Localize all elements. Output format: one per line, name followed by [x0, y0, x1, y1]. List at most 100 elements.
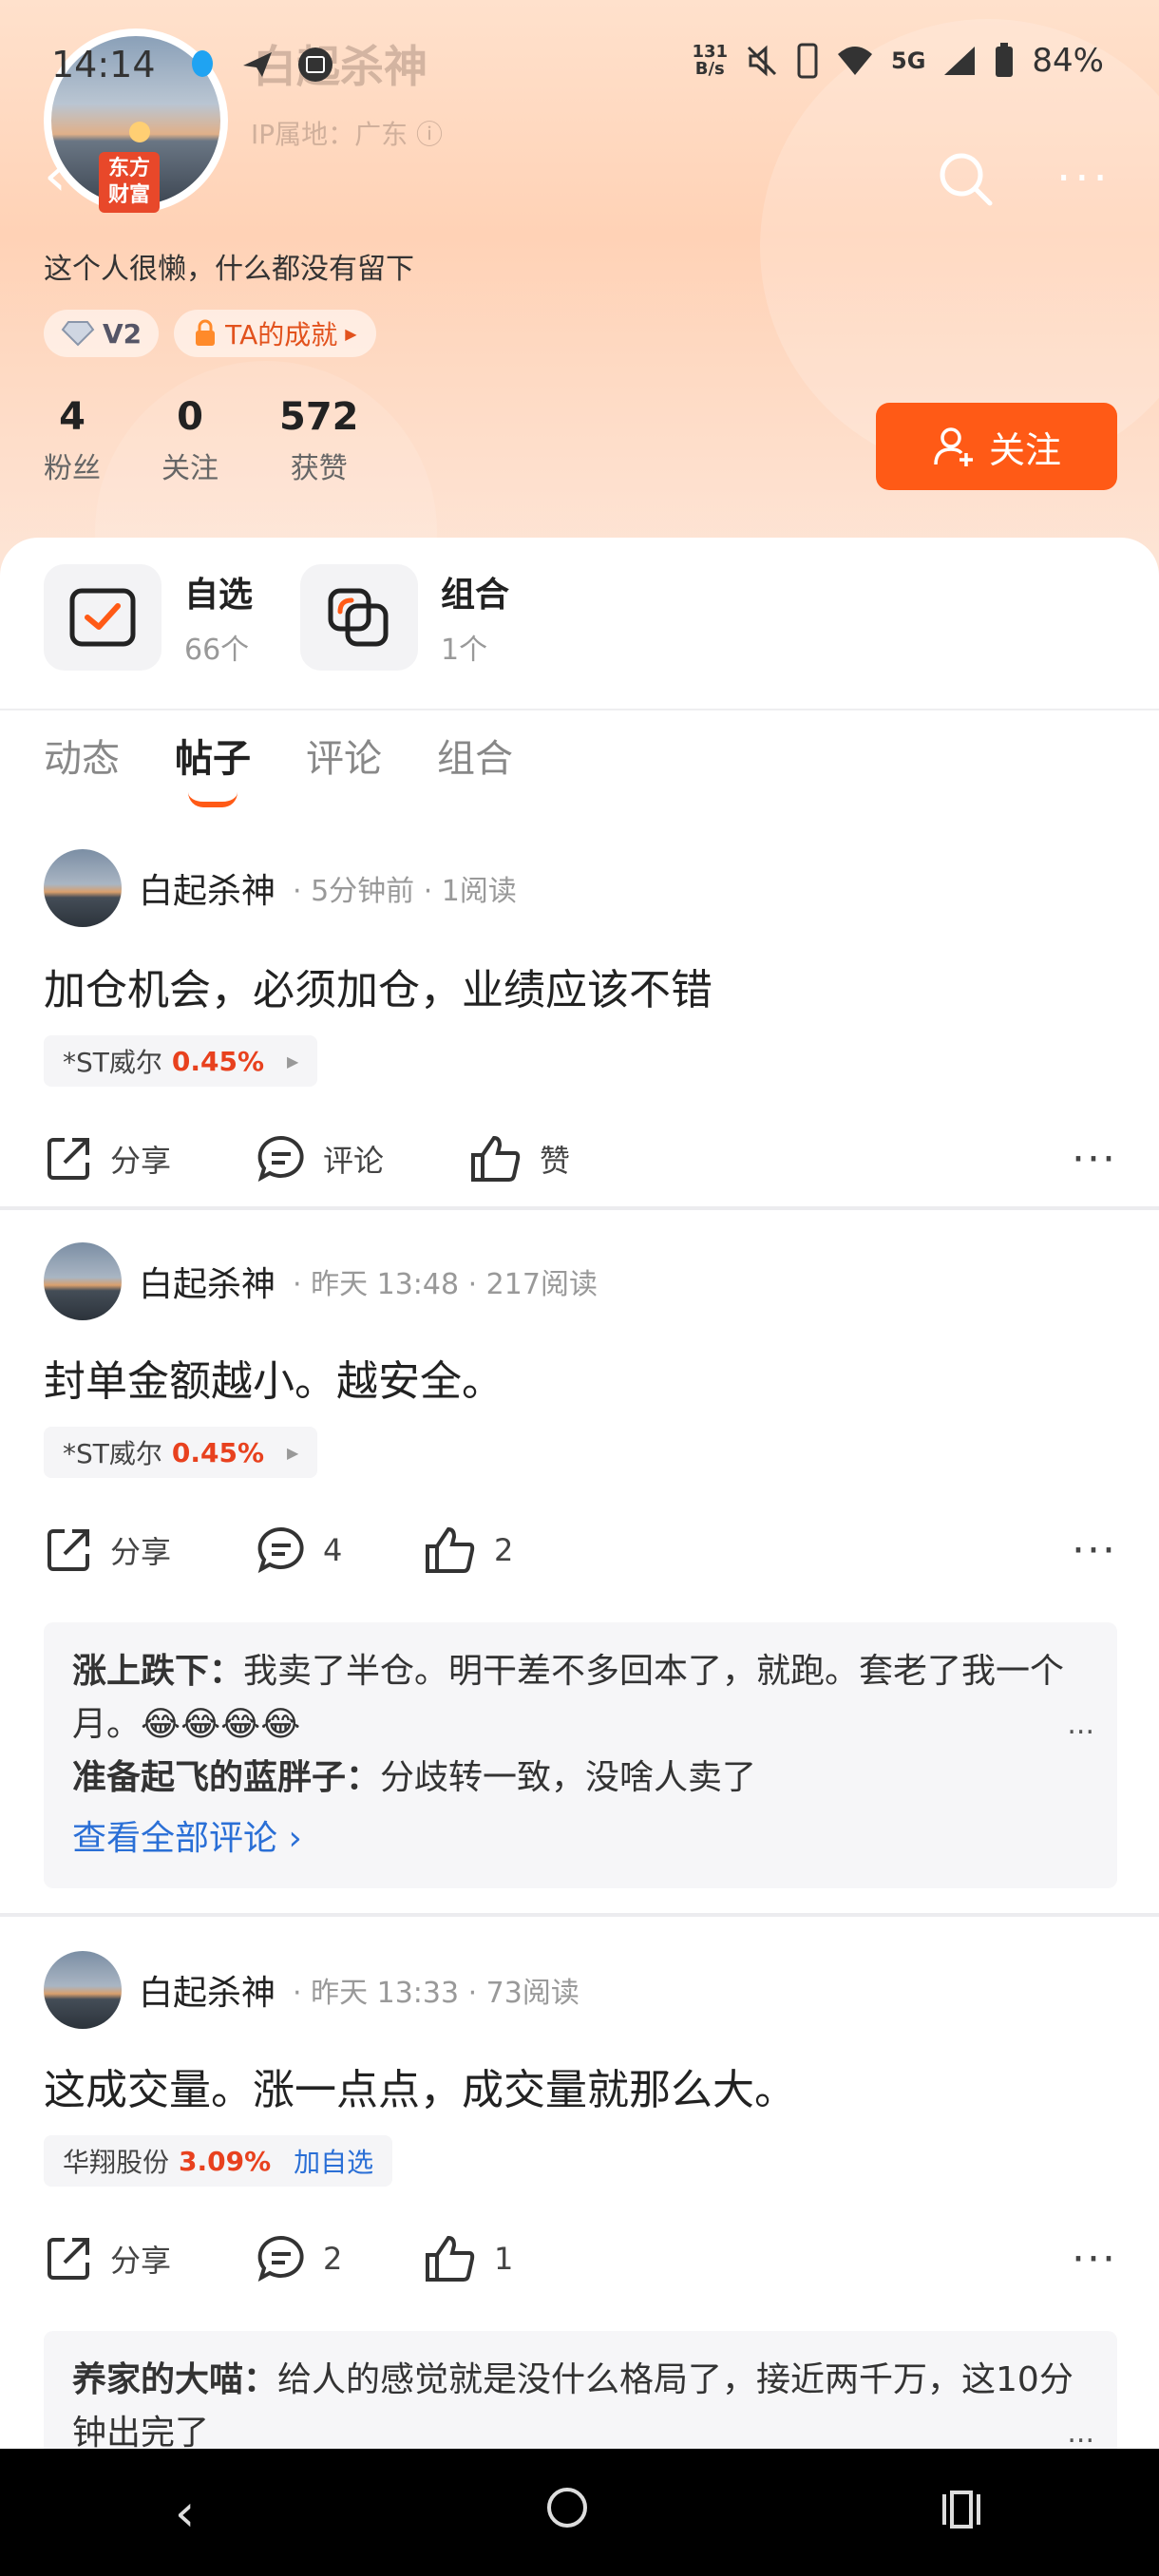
- tab-comments[interactable]: 评论: [306, 728, 382, 783]
- battery-percent: 84%: [1032, 42, 1104, 80]
- wifi-icon: [838, 47, 873, 75]
- vibrate-icon: [797, 43, 818, 79]
- more-icon[interactable]: ···: [1072, 1135, 1117, 1184]
- comment-icon: [257, 1526, 304, 1574]
- net-speed: 131 B/s: [692, 42, 729, 79]
- ip-location: IP属地：广东 ⓘ: [251, 119, 444, 150]
- signal-icon: [944, 47, 976, 75]
- avatar[interactable]: [44, 1242, 122, 1320]
- more-icon[interactable]: ···: [1072, 2235, 1117, 2283]
- watchlist-check-icon: [44, 564, 162, 671]
- lock-icon: [196, 319, 216, 346]
- notification-icons: [186, 46, 334, 84]
- avatar[interactable]: [44, 1951, 122, 2029]
- post-author[interactable]: 白起杀神: [139, 1257, 276, 1306]
- level-badge[interactable]: V2: [44, 310, 160, 357]
- comment-more-icon[interactable]: ...: [1067, 1698, 1094, 1752]
- shortcut-watchlist[interactable]: 自选 66个: [44, 564, 253, 671]
- profile-bio: 这个人很懒，什么都没有留下: [44, 253, 414, 286]
- tab-posts[interactable]: 帖子: [175, 728, 251, 807]
- follow-button[interactable]: 关注: [876, 403, 1117, 490]
- add-to-watchlist-link[interactable]: 加自选: [294, 2142, 373, 2180]
- stat-following[interactable]: 0 关注: [162, 395, 218, 486]
- post-header: 白起杀神 · 昨天 13:33 · 73阅读: [44, 1951, 580, 2029]
- comment-item: 养家的大喵：给人的感觉就是没什么格局了，接近两千万，这10分钟出完了 ...: [72, 2354, 1094, 2460]
- post-meta: · 5分钟前 · 1阅读: [293, 875, 517, 908]
- post-actions: 分享 2 1 ···: [44, 2230, 1117, 2287]
- comment-preview[interactable]: 涨上跌下：我卖了半仓。明干差不多回本了，就跑。套老了我一个月。😂😂😂😂 ... …: [44, 1622, 1117, 1888]
- view-all-comments-link[interactable]: 查看全部评论 ›: [72, 1812, 1089, 1866]
- comment-item: 涨上跌下：我卖了半仓。明干差不多回本了，就跑。套老了我一个月。😂😂😂😂 ...: [72, 1645, 1094, 1752]
- post-text[interactable]: 加仓机会，必须加仓，业绩应该不错: [44, 956, 712, 1016]
- more-icon[interactable]: ···: [1072, 1526, 1117, 1575]
- mute-icon: [747, 45, 777, 77]
- tab-activity[interactable]: 动态: [44, 728, 120, 783]
- content-card: 自选 66个 组合 1个 动态 帖子 评论 组合 白起杀神 · 5分钟前 · 1…: [0, 538, 1159, 2576]
- comment-button[interactable]: 2: [256, 2234, 424, 2283]
- portfolio-icon: [300, 564, 418, 671]
- back-arrow-icon[interactable]: ‹: [44, 142, 66, 209]
- like-button[interactable]: 2: [424, 1525, 513, 1575]
- post-actions: 分享 4 2 ···: [44, 1522, 1117, 1579]
- stat-likes[interactable]: 572 获赞: [279, 395, 359, 486]
- shortcut-portfolio[interactable]: 组合 1个: [300, 564, 509, 671]
- comment-icon: [257, 2235, 304, 2282]
- avatar[interactable]: [44, 849, 122, 927]
- profile-tabs: 动态 帖子 评论 组合: [44, 728, 513, 807]
- share-icon: [48, 1529, 89, 1571]
- tab-portfolio[interactable]: 组合: [437, 728, 513, 783]
- brand-logo-badge: 东方 财富: [99, 152, 160, 213]
- share-icon: [48, 1138, 89, 1180]
- chevron-right-icon: ▶: [287, 1443, 299, 1462]
- share-button[interactable]: 分享: [44, 1134, 256, 1184]
- more-menu-icon[interactable]: ···: [1056, 152, 1112, 205]
- share-button[interactable]: 分享: [44, 1525, 256, 1575]
- post-author[interactable]: 白起杀神: [139, 1965, 276, 2015]
- nav-home-icon[interactable]: [544, 2483, 590, 2543]
- post-text[interactable]: 这成交量。涨一点点，成交量就那么大。: [44, 2055, 796, 2116]
- stat-fans[interactable]: 4 粉丝: [44, 395, 101, 486]
- status-bar: 14:14 131 B/s 5G 84%: [0, 38, 1159, 95]
- stock-tag[interactable]: *ST威尔 0.45% ▶: [44, 1427, 318, 1478]
- post-header: 白起杀神 · 昨天 13:48 · 217阅读: [44, 1242, 598, 1320]
- thumbs-up-icon: [471, 1135, 521, 1182]
- clock: 14:14: [51, 44, 156, 85]
- badge-row: V2 TA的成就 ▶: [44, 310, 376, 357]
- chevron-right-icon: ▶: [287, 1051, 299, 1070]
- play-arrow-icon: ▶: [345, 324, 357, 343]
- system-nav-bar: ‹: [0, 2449, 1159, 2576]
- comment-button[interactable]: 评论: [256, 1134, 469, 1184]
- post-meta: · 昨天 13:33 · 73阅读: [293, 1977, 580, 2010]
- profile-stats: 4 粉丝 0 关注 572 获赞: [44, 395, 359, 486]
- like-button[interactable]: 1: [424, 2234, 513, 2283]
- stock-tag[interactable]: 华翔股份 3.09% 加自选: [44, 2135, 393, 2187]
- thumbs-up-icon: [426, 2235, 475, 2282]
- divider: [0, 709, 1159, 710]
- add-user-icon: [934, 427, 973, 466]
- avatar-sun: [129, 122, 150, 142]
- share-button[interactable]: 分享: [44, 2234, 256, 2283]
- nav-recents-icon[interactable]: [939, 2483, 984, 2543]
- stock-tag[interactable]: *ST威尔 0.45% ▶: [44, 1035, 318, 1087]
- system-icons: 131 B/s 5G 84%: [692, 42, 1104, 80]
- calendar-icon: [298, 47, 332, 82]
- battery-icon: [996, 43, 1014, 77]
- post-actions: 分享 评论 赞 ···: [44, 1130, 1117, 1187]
- search-icon[interactable]: [935, 148, 996, 209]
- post-header: 白起杀神 · 5分钟前 · 1阅读: [44, 849, 517, 927]
- post-separator: [0, 1913, 1159, 1917]
- post-text[interactable]: 封单金额越小。越安全。: [44, 1347, 504, 1408]
- qq-icon: [192, 50, 213, 77]
- thumbs-up-icon: [426, 1526, 475, 1573]
- like-button[interactable]: 赞: [469, 1134, 570, 1184]
- nav-back-icon[interactable]: ‹: [175, 2483, 196, 2543]
- share-icon: [48, 2238, 89, 2280]
- comment-icon: [257, 1135, 304, 1183]
- post-author[interactable]: 白起杀神: [139, 863, 276, 913]
- network-type: 5G: [891, 47, 926, 74]
- post-meta: · 昨天 13:48 · 217阅读: [293, 1268, 598, 1301]
- comment-button[interactable]: 4: [256, 1525, 424, 1575]
- diamond-icon: [61, 321, 95, 347]
- achievement-badge[interactable]: TA的成就 ▶: [174, 310, 376, 357]
- post-separator: [0, 1206, 1159, 1210]
